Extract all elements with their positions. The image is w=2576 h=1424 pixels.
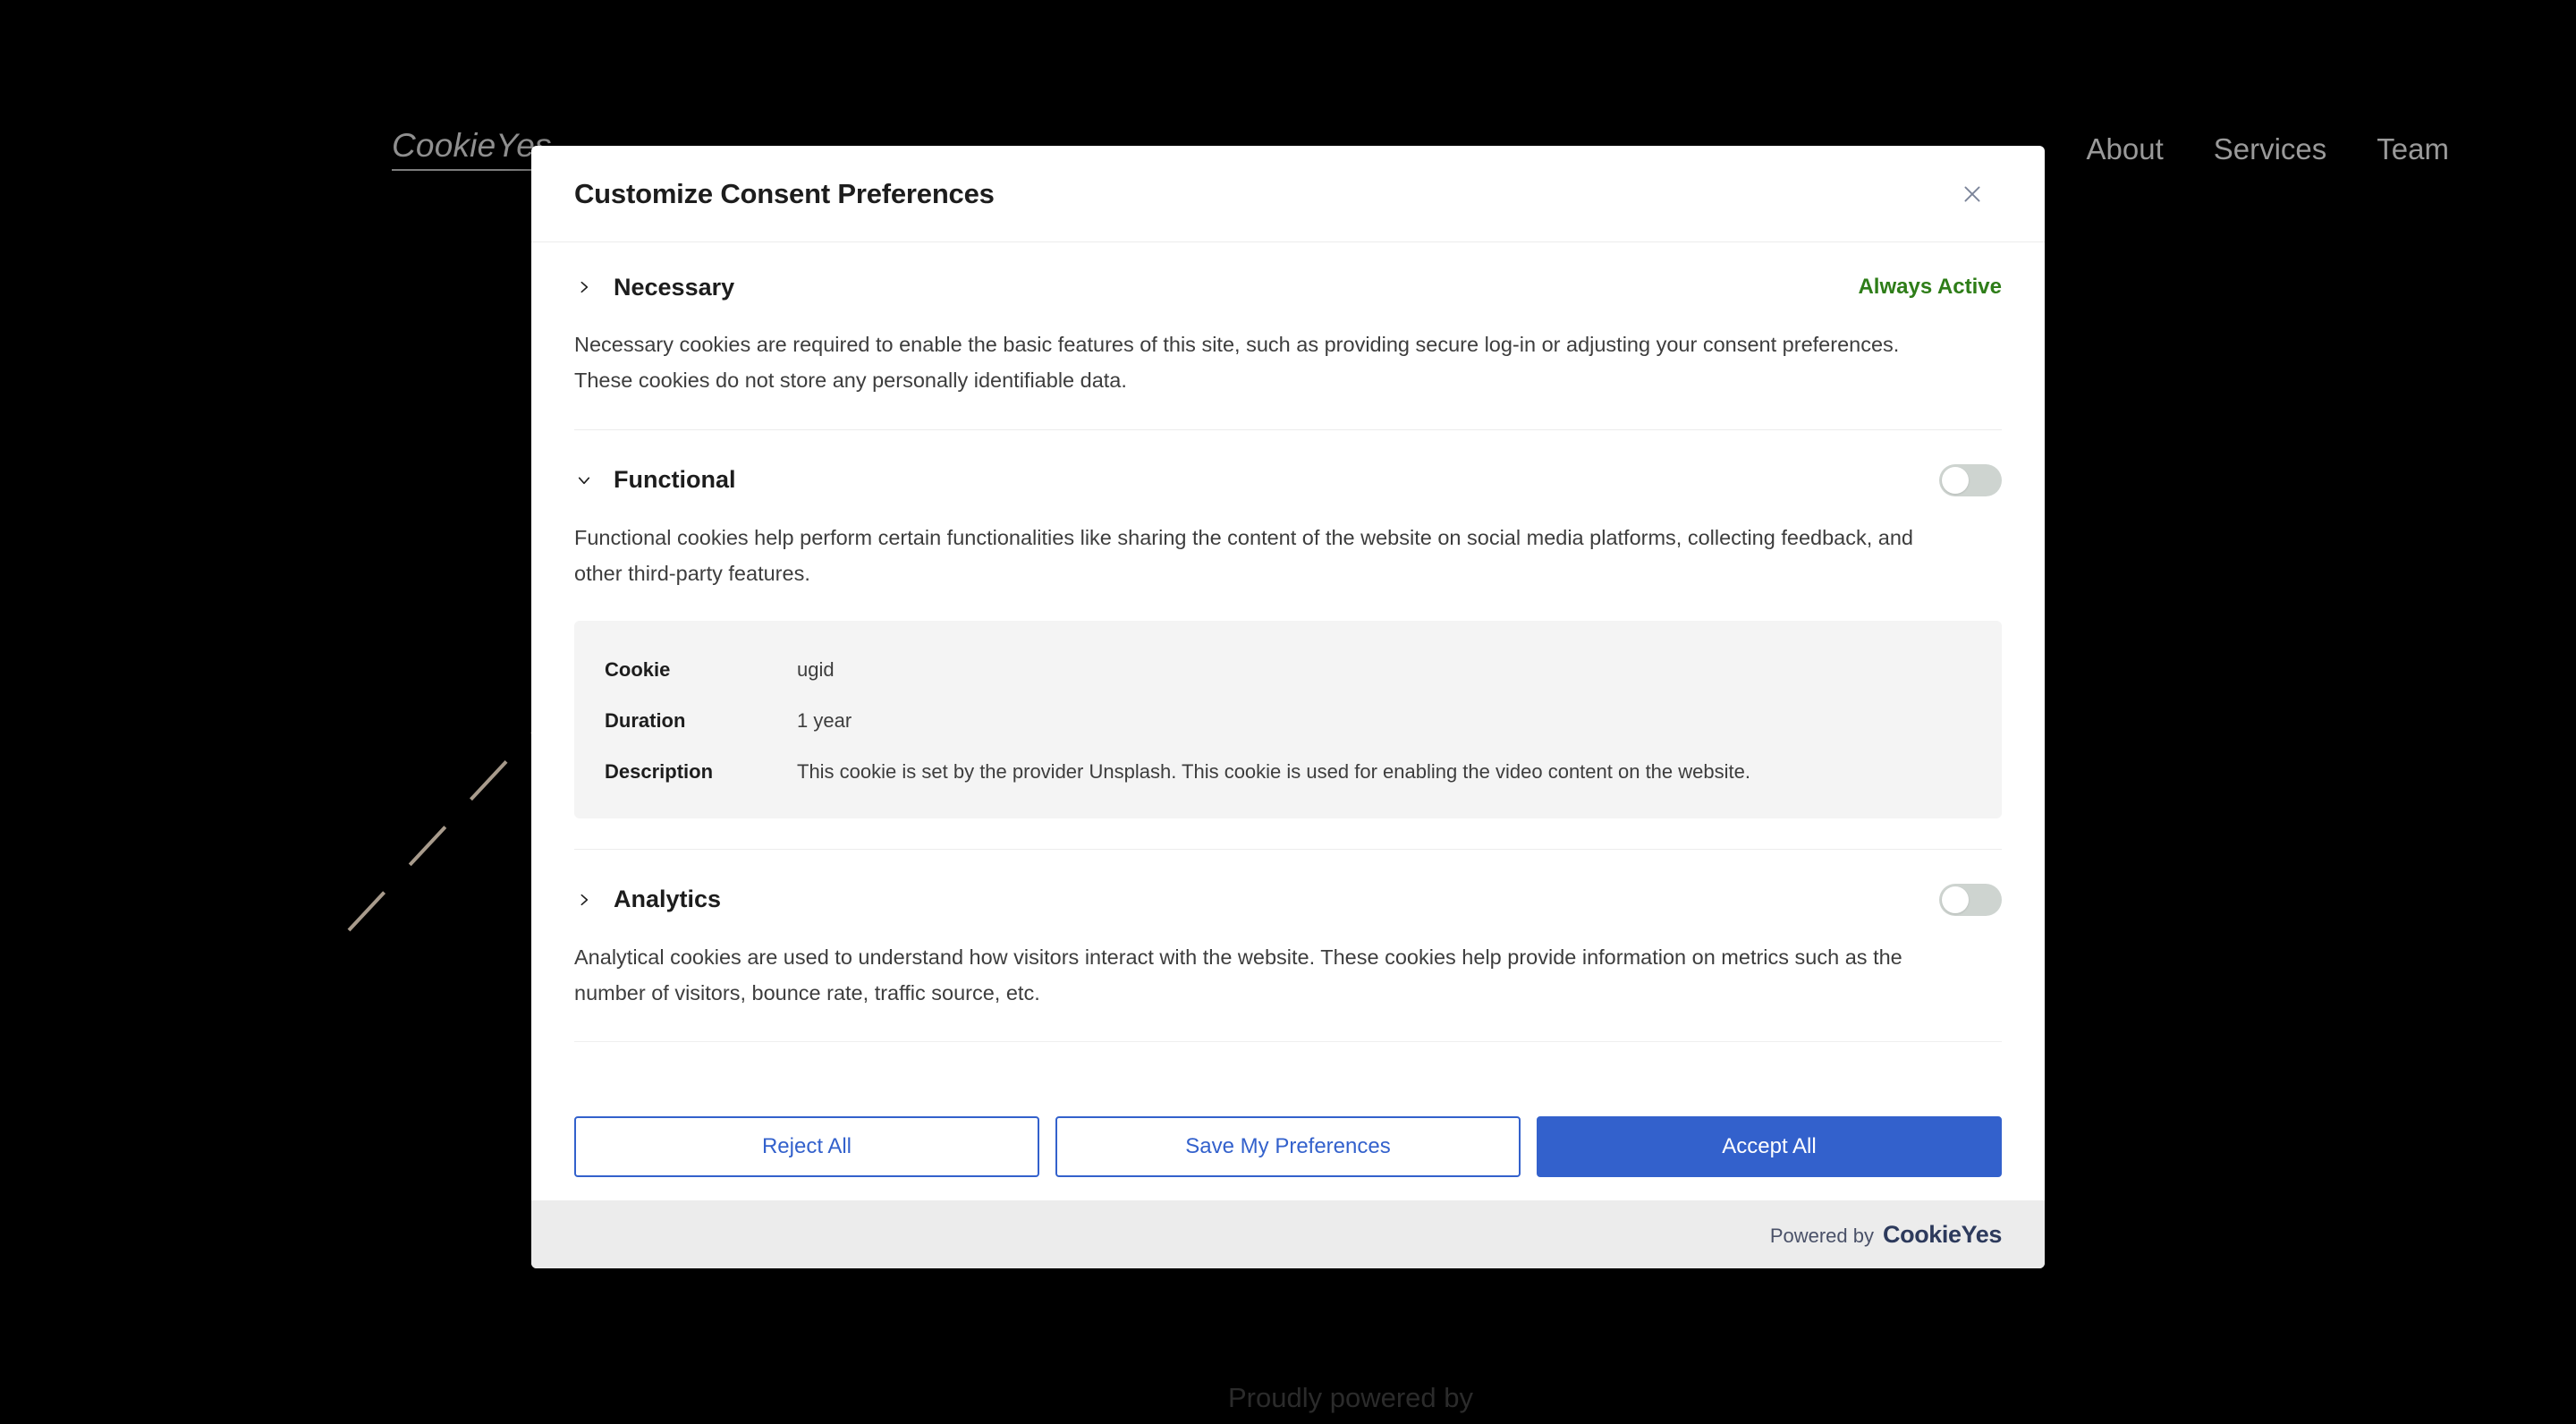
consent-group-title: Necessary xyxy=(614,273,735,301)
site-nav: About Services Team xyxy=(2087,132,2450,166)
site-footer-credit: Proudly powered by xyxy=(0,1382,2576,1414)
consent-switch-analytics[interactable] xyxy=(1939,883,2002,916)
cookie-detail-value: This cookie is set by the provider Unspl… xyxy=(797,759,1750,783)
reject-all-button[interactable]: Reject All xyxy=(574,1116,1039,1177)
chevron-right-icon[interactable] xyxy=(574,890,594,910)
consent-group-analytics: Analytics Analytical cookies are used to… xyxy=(574,850,2002,1043)
close-icon[interactable] xyxy=(1952,174,1993,215)
scroll-fade-mask xyxy=(531,1034,2045,1097)
cookie-detail-key: Description xyxy=(605,759,714,783)
powered-by-label: Powered by xyxy=(1769,1224,1875,1247)
chevron-down-icon[interactable] xyxy=(574,470,594,490)
consent-group-title: Functional xyxy=(614,466,736,494)
switch-knob xyxy=(1942,886,1969,913)
modal-body-scroll[interactable]: Necessary Always Active Necessary cookie… xyxy=(531,242,2045,1097)
consent-group-header: Analytics xyxy=(574,882,2002,918)
powered-by[interactable]: Powered by CookieYes xyxy=(1769,1220,2003,1249)
nav-item-team[interactable]: Team xyxy=(2377,132,2449,166)
modal-header: Customize Consent Preferences xyxy=(531,146,2045,242)
switch-knob xyxy=(1942,466,1969,494)
consent-group-header: Necessary Always Active xyxy=(574,269,2002,305)
nav-item-services[interactable]: Services xyxy=(2214,132,2327,166)
cookie-detail-value: ugid xyxy=(797,657,835,681)
nav-item-about[interactable]: About xyxy=(2087,132,2164,166)
cookie-detail-row: Cookie ugid xyxy=(605,648,1971,699)
consent-group-toggle-necessary[interactable]: Necessary xyxy=(574,274,734,301)
consent-group-header: Functional xyxy=(574,462,2002,498)
accept-all-button[interactable]: Accept All xyxy=(1537,1116,2002,1177)
consent-group-toggle-functional[interactable]: Functional xyxy=(574,466,736,494)
cookie-detail-value: 1 year xyxy=(797,708,852,732)
modal-action-bar: Reject All Save My Preferences Accept Al… xyxy=(531,1097,2045,1200)
page-root: CookieYes About Services Team Proudly po… xyxy=(0,0,2576,1424)
cookie-detail-key: Cookie xyxy=(605,657,671,681)
status-badge-always-active: Always Active xyxy=(1858,275,2002,299)
consent-group-necessary: Necessary Always Active Necessary cookie… xyxy=(574,242,2002,430)
consent-group-functional: Functional Functional cookies help perfo… xyxy=(574,430,2002,850)
modal-footer: Powered by CookieYes xyxy=(531,1200,2045,1268)
consent-group-title: Analytics xyxy=(614,886,722,913)
site-footer-credit-text: Proudly powered by xyxy=(1228,1382,1473,1413)
chevron-right-icon[interactable] xyxy=(574,277,594,297)
cookieyes-logo: CookieYes xyxy=(1883,1220,2002,1248)
consent-group-toggle-analytics[interactable]: Analytics xyxy=(574,886,721,913)
site-logo[interactable]: CookieYes xyxy=(392,127,552,171)
consent-group-description: Necessary cookies are required to enable… xyxy=(574,333,1900,393)
consent-group-description: Analytical cookies are used to understan… xyxy=(574,945,1902,1005)
cookie-details-card: Cookie ugid Duration 1 year Description … xyxy=(574,620,2002,818)
cookie-detail-key: Duration xyxy=(605,708,686,732)
cookie-detail-row: Duration 1 year xyxy=(605,699,1971,750)
consent-switch-functional[interactable] xyxy=(1939,463,2002,496)
consent-preferences-modal: Customize Consent Preferences Necessary xyxy=(531,146,2045,1268)
cookie-detail-row: Description This cookie is set by the pr… xyxy=(605,750,1971,790)
save-preferences-button[interactable]: Save My Preferences xyxy=(1055,1116,1521,1177)
consent-group-description: Functional cookies help perform certain … xyxy=(574,525,1913,586)
modal-title: Customize Consent Preferences xyxy=(574,177,995,209)
